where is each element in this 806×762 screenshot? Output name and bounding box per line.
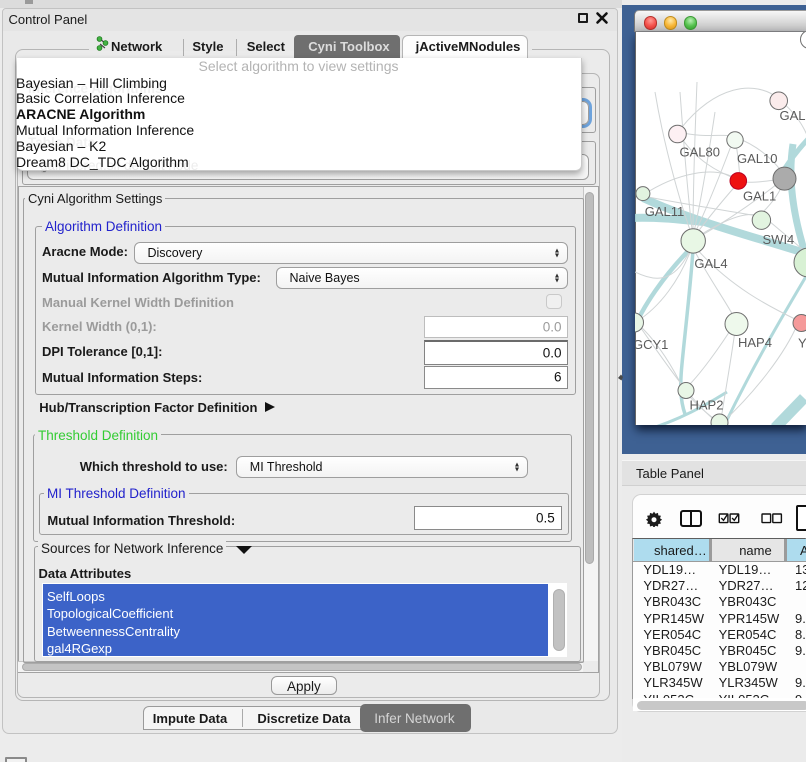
svg-text:SWI4: SWI4 <box>762 232 794 247</box>
svg-text:YJ: YJ <box>798 335 806 350</box>
svg-text:HAP4: HAP4 <box>738 335 772 350</box>
svg-text:GAL4: GAL4 <box>694 256 727 271</box>
svg-text:GAL7: GAL7 <box>779 108 806 123</box>
svg-text:HAP2: HAP2 <box>689 397 723 412</box>
svg-text:GAL11: GAL11 <box>644 204 684 219</box>
svg-text:GAL10: GAL10 <box>737 151 777 166</box>
svg-text:GAL80: GAL80 <box>679 144 719 159</box>
svg-text:GCY1: GCY1 <box>635 337 668 352</box>
svg-text:GAL1: GAL1 <box>743 188 776 203</box>
